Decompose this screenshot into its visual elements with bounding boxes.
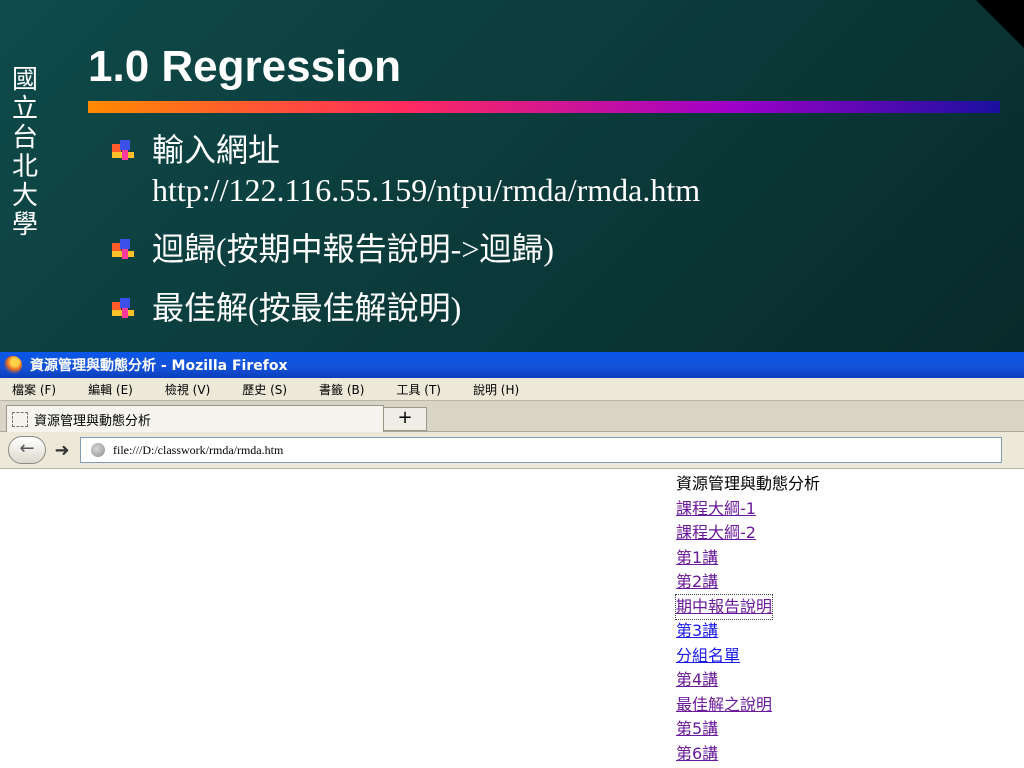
arrow-right-icon: ➜ — [54, 439, 70, 461]
menu-bookmarks[interactable]: 書籤 (B) — [319, 381, 364, 398]
new-tab-button[interactable]: + — [383, 407, 427, 431]
arrow-left-icon: ← — [19, 438, 35, 459]
page-content: 資源管理與動態分析 課程大綱-1 課程大綱-2 第1講 第2講 期中報告說明 第… — [674, 472, 821, 767]
tab-bar: 資源管理與動態分析 + — [0, 401, 1024, 432]
menu-bar: 檔案 (F) 編輯 (E) 檢視 (V) 歷史 (S) 書籤 (B) 工具 (T… — [0, 378, 1024, 401]
bullet-blocks-icon — [112, 140, 134, 162]
bullet-url-text: http://122.116.55.159/ntpu/rmda/rmda.htm — [152, 172, 701, 208]
bullet-list: 輸入網址 http://122.116.55.159/ntpu/rmda/rmd… — [112, 130, 700, 347]
bullet-text: 最佳解(按最佳解說明) — [152, 290, 462, 326]
page-heading: 資源管理與動態分析 — [676, 474, 821, 493]
vertical-char: 台 — [11, 123, 38, 153]
bullet-blocks-icon — [112, 298, 134, 320]
navigation-bar: ← ➜ file:///D:/classwork/rmda/rmda.htm — [0, 432, 1024, 469]
back-button[interactable]: ← — [8, 436, 46, 464]
bullet-item: 最佳解(按最佳解說明) — [112, 288, 700, 328]
bullet-blocks-icon — [112, 239, 134, 261]
forward-button[interactable]: ➜ — [52, 440, 72, 461]
vertical-university-title: 國 立 台 北 大 學 — [8, 66, 42, 240]
menu-file[interactable]: 檔案 (F) — [12, 381, 56, 398]
link-midterm-report[interactable]: 期中報告說明 — [674, 593, 774, 620]
window-title: 資源管理與動態分析 - Mozilla Firefox — [30, 358, 288, 374]
vertical-char: 大 — [11, 181, 38, 211]
url-bar[interactable]: file:///D:/classwork/rmda/rmda.htm — [80, 437, 1002, 463]
link-lecture-2[interactable]: 第2講 — [676, 570, 718, 595]
tab-rmda[interactable]: 資源管理與動態分析 — [6, 405, 384, 432]
slide: 國 立 台 北 大 學 1.0 Regression 輸入網址 http://1… — [0, 0, 1024, 768]
menu-view[interactable]: 檢視 (V) — [165, 381, 210, 398]
title-underline-bar — [88, 101, 1000, 113]
bullet-item: 輸入網址 http://122.116.55.159/ntpu/rmda/rmd… — [112, 130, 700, 210]
link-lecture-6[interactable]: 第6講 — [676, 742, 718, 767]
vertical-char: 北 — [11, 152, 38, 182]
browser-window-screenshot: 資源管理與動態分析 - Mozilla Firefox 檔案 (F) 編輯 (E… — [0, 352, 1024, 768]
vertical-char: 國 — [11, 65, 38, 95]
bullet-text: 輸入網址 — [152, 132, 281, 168]
menu-tools[interactable]: 工具 (T) — [396, 381, 441, 398]
menu-history[interactable]: 歷史 (S) — [242, 381, 287, 398]
link-lecture-5[interactable]: 第5講 — [676, 717, 718, 742]
link-optimal-solution[interactable]: 最佳解之說明 — [676, 693, 772, 718]
url-text: file:///D:/classwork/rmda/rmda.htm — [113, 442, 284, 457]
link-syllabus-1[interactable]: 課程大綱-1 — [676, 497, 756, 522]
link-lecture-3[interactable]: 第3講 — [676, 619, 718, 644]
link-syllabus-2[interactable]: 課程大綱-2 — [676, 521, 756, 546]
menu-edit[interactable]: 編輯 (E) — [88, 381, 133, 398]
menu-help[interactable]: 說明 (H) — [473, 381, 519, 398]
page-placeholder-icon — [12, 411, 28, 427]
globe-icon — [91, 443, 105, 457]
vertical-char: 立 — [11, 94, 38, 124]
window-titlebar: 資源管理與動態分析 - Mozilla Firefox — [0, 352, 1024, 378]
link-group-list[interactable]: 分組名單 — [676, 644, 740, 669]
link-lecture-4[interactable]: 第4講 — [676, 668, 718, 693]
link-lecture-1[interactable]: 第1講 — [676, 546, 718, 571]
corner-decoration — [976, 0, 1024, 48]
bullet-item: 迴歸(按期中報告說明->迴歸) — [112, 229, 700, 269]
firefox-logo-icon — [4, 356, 22, 374]
bullet-text: 迴歸(按期中報告說明->迴歸) — [152, 231, 555, 267]
vertical-char: 學 — [11, 210, 38, 240]
slide-title: 1.0 Regression — [88, 42, 402, 91]
tab-label: 資源管理與動態分析 — [34, 413, 152, 429]
